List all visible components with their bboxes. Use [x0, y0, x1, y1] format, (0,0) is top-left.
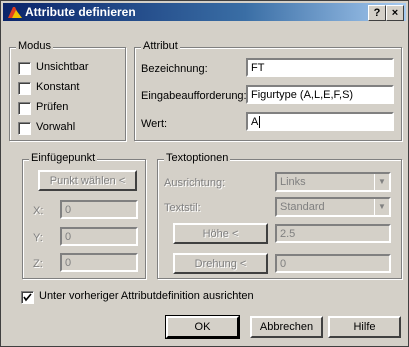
drehung-input[interactable]: 0 [275, 254, 391, 273]
punkt-waehlen-button[interactable]: Punkt wählen < [38, 170, 137, 191]
hoehe-input[interactable]: 2.5 [275, 224, 391, 243]
x-input[interactable]: 0 [60, 200, 138, 219]
checkbox-label: Unsichtbar [36, 61, 89, 73]
attribut-legend: Attribut [141, 40, 180, 52]
checkbox-box[interactable] [18, 62, 31, 75]
checkbox-label: Konstant [36, 81, 80, 93]
eingabeaufforderung-input[interactable]: Figurtype (A,L,E,F,S) [246, 85, 394, 104]
checkbox-label: Unter vorheriger Attributdefinition ausr… [39, 290, 254, 302]
wert-value: A [251, 116, 259, 128]
attribute-dialog: Attribute definieren ? × Modus Unsichtba… [0, 0, 409, 347]
textoptionen-group: Textoptionen Ausrichtung: Links ▼ Textst… [157, 152, 402, 279]
hoehe-button[interactable]: Höhe < [173, 223, 268, 244]
question-icon: ? [373, 7, 381, 19]
y-input[interactable]: 0 [60, 227, 138, 246]
bezeichnung-input[interactable]: FT [246, 58, 394, 77]
close-icon: × [391, 7, 399, 19]
textstil-select[interactable]: Standard ▼ [275, 197, 391, 217]
dropdown-arrow-icon[interactable]: ▼ [374, 199, 389, 215]
autocad-app-icon [8, 7, 22, 18]
ausrichtung-select[interactable]: Links ▼ [275, 172, 391, 192]
window-title: Attribute definieren [25, 5, 136, 19]
bezeichnung-label: Bezeichnung: [141, 63, 208, 75]
textstil-value: Standard [280, 201, 325, 213]
checkbox-box[interactable] [18, 82, 31, 95]
checkbox-box[interactable] [21, 291, 34, 304]
checkbox-box[interactable] [18, 102, 31, 115]
wert-label: Wert: [141, 118, 168, 130]
checkmark-icon [23, 293, 32, 302]
z-input[interactable]: 0 [60, 253, 138, 272]
y-label: Y: [33, 232, 43, 244]
text-cursor [259, 116, 261, 129]
help-button[interactable]: Hilfe [328, 316, 401, 338]
attribut-group: Attribut Bezeichnung: FT Eingabeaufforde… [134, 40, 402, 141]
checkbox-label: Prüfen [36, 101, 69, 113]
textoptionen-legend: Textoptionen [164, 152, 231, 164]
wert-input[interactable]: A [246, 112, 394, 131]
checkbox-box[interactable] [18, 122, 31, 135]
cancel-button[interactable]: Abbrechen [250, 316, 323, 338]
dropdown-arrow-icon[interactable]: ▼ [374, 174, 389, 190]
ausrichtung-label: Ausrichtung: [164, 177, 226, 189]
textstil-label: Textstil: [164, 202, 201, 214]
eingabeaufforderung-label: Eingabeaufforderung: [141, 90, 247, 102]
ausrichtung-value: Links [280, 176, 306, 188]
title-bar: Attribute definieren ? × [3, 3, 406, 21]
help-title-button[interactable]: ? [368, 5, 386, 21]
checkbox-label: Vorwahl [36, 121, 76, 133]
drehung-button[interactable]: Drehung < [173, 253, 268, 274]
einfuegepunkt-group: Einfügepunkt Punkt wählen < X: 0 Y: 0 Z:… [22, 152, 146, 279]
ok-button[interactable]: OK [165, 315, 240, 339]
einfuegepunkt-legend: Einfügepunkt [29, 152, 98, 164]
modus-group: Modus Unsichtbar Konstant Prüfen Vorwahl [9, 40, 126, 141]
x-label: X: [33, 205, 44, 217]
modus-legend: Modus [16, 40, 54, 52]
close-title-button[interactable]: × [386, 5, 404, 21]
z-label: Z: [33, 258, 43, 270]
